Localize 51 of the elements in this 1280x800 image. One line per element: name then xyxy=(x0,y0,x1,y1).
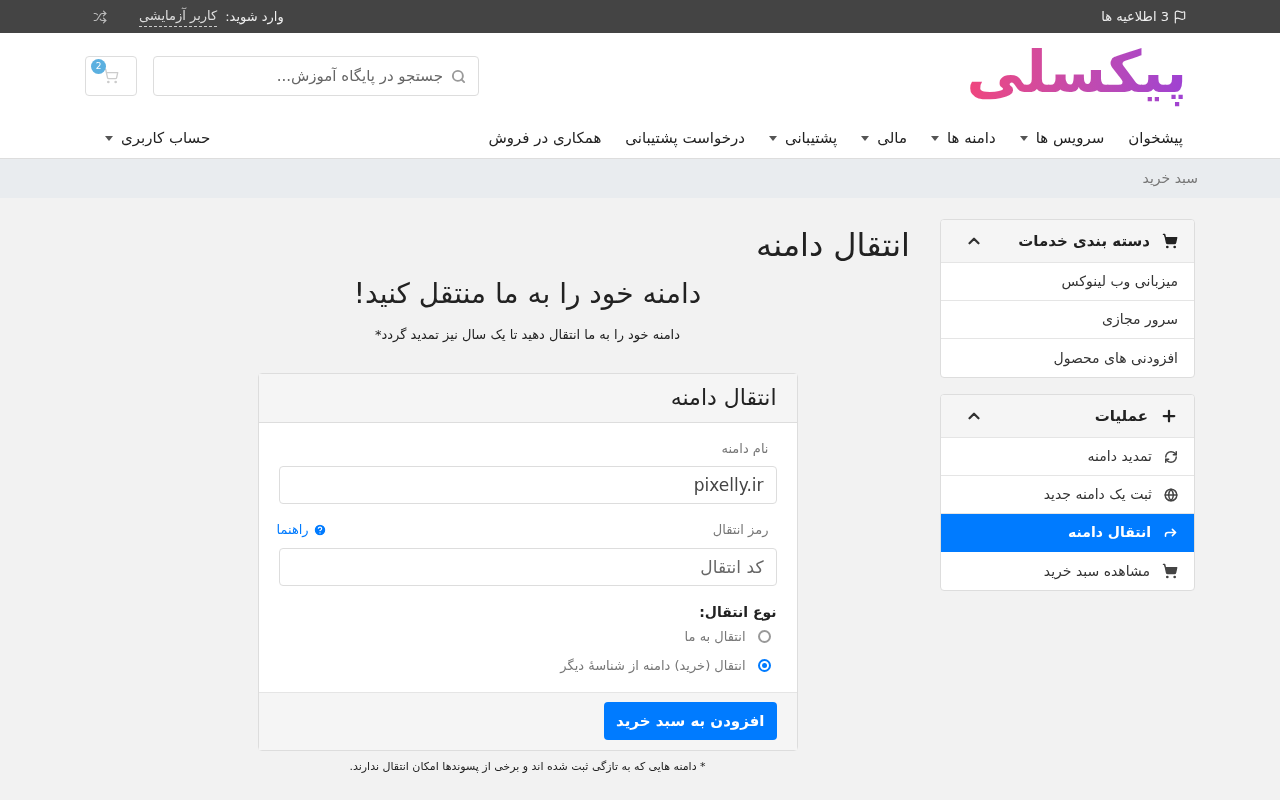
transfer-code-input-field[interactable]: کد انتقال xyxy=(278,547,777,586)
sidebar-item[interactable]: سرور مجازی xyxy=(941,301,1194,339)
cart-icon xyxy=(1162,563,1178,579)
refresh-icon xyxy=(1164,449,1178,464)
subtitle: دامنه خود را به ما انتقال دهید تا یک سال نیز تمدید گردد* xyxy=(375,326,680,345)
nav-item[interactable]: سرویس ها xyxy=(1019,127,1105,150)
field-label: نام دامنه xyxy=(721,440,769,456)
nav-item[interactable]: دامنه ها xyxy=(930,127,996,150)
sidebar-item[interactable]: انتقال دامنه xyxy=(941,514,1194,552)
shuffle-icon[interactable] xyxy=(93,9,107,24)
search-field[interactable]: جستجو در پایگاه آموزش... xyxy=(153,56,479,96)
help-icon xyxy=(312,522,327,537)
field-label: رمز انتقال xyxy=(712,521,769,539)
plus-icon xyxy=(1160,407,1178,425)
card-title: انتقال دامنه xyxy=(670,384,777,412)
help-link[interactable]: راهنما xyxy=(276,520,309,540)
sidebar-item[interactable]: افزودنی های محصول xyxy=(941,339,1194,377)
cart-count-badge: 2 xyxy=(91,59,106,74)
nav-item[interactable]: پشتیبانی xyxy=(768,127,838,150)
account-menu[interactable]: حساب کاربری xyxy=(105,127,211,150)
panel-title: دسته بندی خدمات xyxy=(1018,230,1150,252)
cart-icon xyxy=(1162,233,1178,249)
panel-header[interactable]: عملیات xyxy=(941,395,1194,438)
transfer-type-label: نوع انتقال: xyxy=(698,602,777,623)
login-label: وارد شوید: xyxy=(225,7,284,27)
globe-icon xyxy=(1164,487,1178,502)
notifications-link[interactable]: 3 اطلاعیه ها xyxy=(1101,6,1169,27)
footnote: * دامنه هایی که به تازگی ثبت شده اند و برخی از پسوندها امکان انتقال ندارند. xyxy=(349,758,706,775)
nav-item[interactable]: همکاری در فروش xyxy=(488,127,602,150)
page-title: انتقال دامنه xyxy=(756,225,910,266)
radio-option[interactable]: انتقال به ما xyxy=(278,626,777,646)
sidebar-item[interactable]: میزبانی وب لینوکس xyxy=(941,263,1194,301)
radio-selected[interactable] xyxy=(757,659,771,673)
breadcrumb-item[interactable]: سبد خرید xyxy=(1142,168,1198,189)
radio-option[interactable]: انتقال (خرید) دامنه از شناسهٔ دیگر xyxy=(278,656,777,676)
nav-item[interactable]: درخواست پشتیبانی xyxy=(625,127,745,150)
domain-input-field[interactable]: pixelly.ir xyxy=(278,466,777,504)
nav-item[interactable]: مالی xyxy=(861,127,907,150)
nav-item[interactable]: پیشخوان xyxy=(1128,127,1183,150)
search-icon xyxy=(451,68,466,84)
headline: دامنه خود را به ما منتقل کنید! xyxy=(353,276,702,312)
sidebar-item[interactable]: مشاهده سبد خرید xyxy=(941,552,1194,590)
panel-header[interactable]: دسته بندی خدمات xyxy=(941,220,1194,263)
panel-title: عملیات xyxy=(1094,405,1148,427)
sidebar-item[interactable]: تمدید دامنه xyxy=(941,438,1194,476)
add-to-cart-button[interactable]: افزودن به سبد خرید xyxy=(604,702,777,740)
user-link[interactable]: کاربر آزمایشی xyxy=(139,6,218,27)
flag-icon xyxy=(1173,9,1187,24)
search-input[interactable]: جستجو در پایگاه آموزش... xyxy=(166,64,443,88)
cart-icon xyxy=(103,68,119,84)
radio-unselected[interactable] xyxy=(757,629,771,643)
